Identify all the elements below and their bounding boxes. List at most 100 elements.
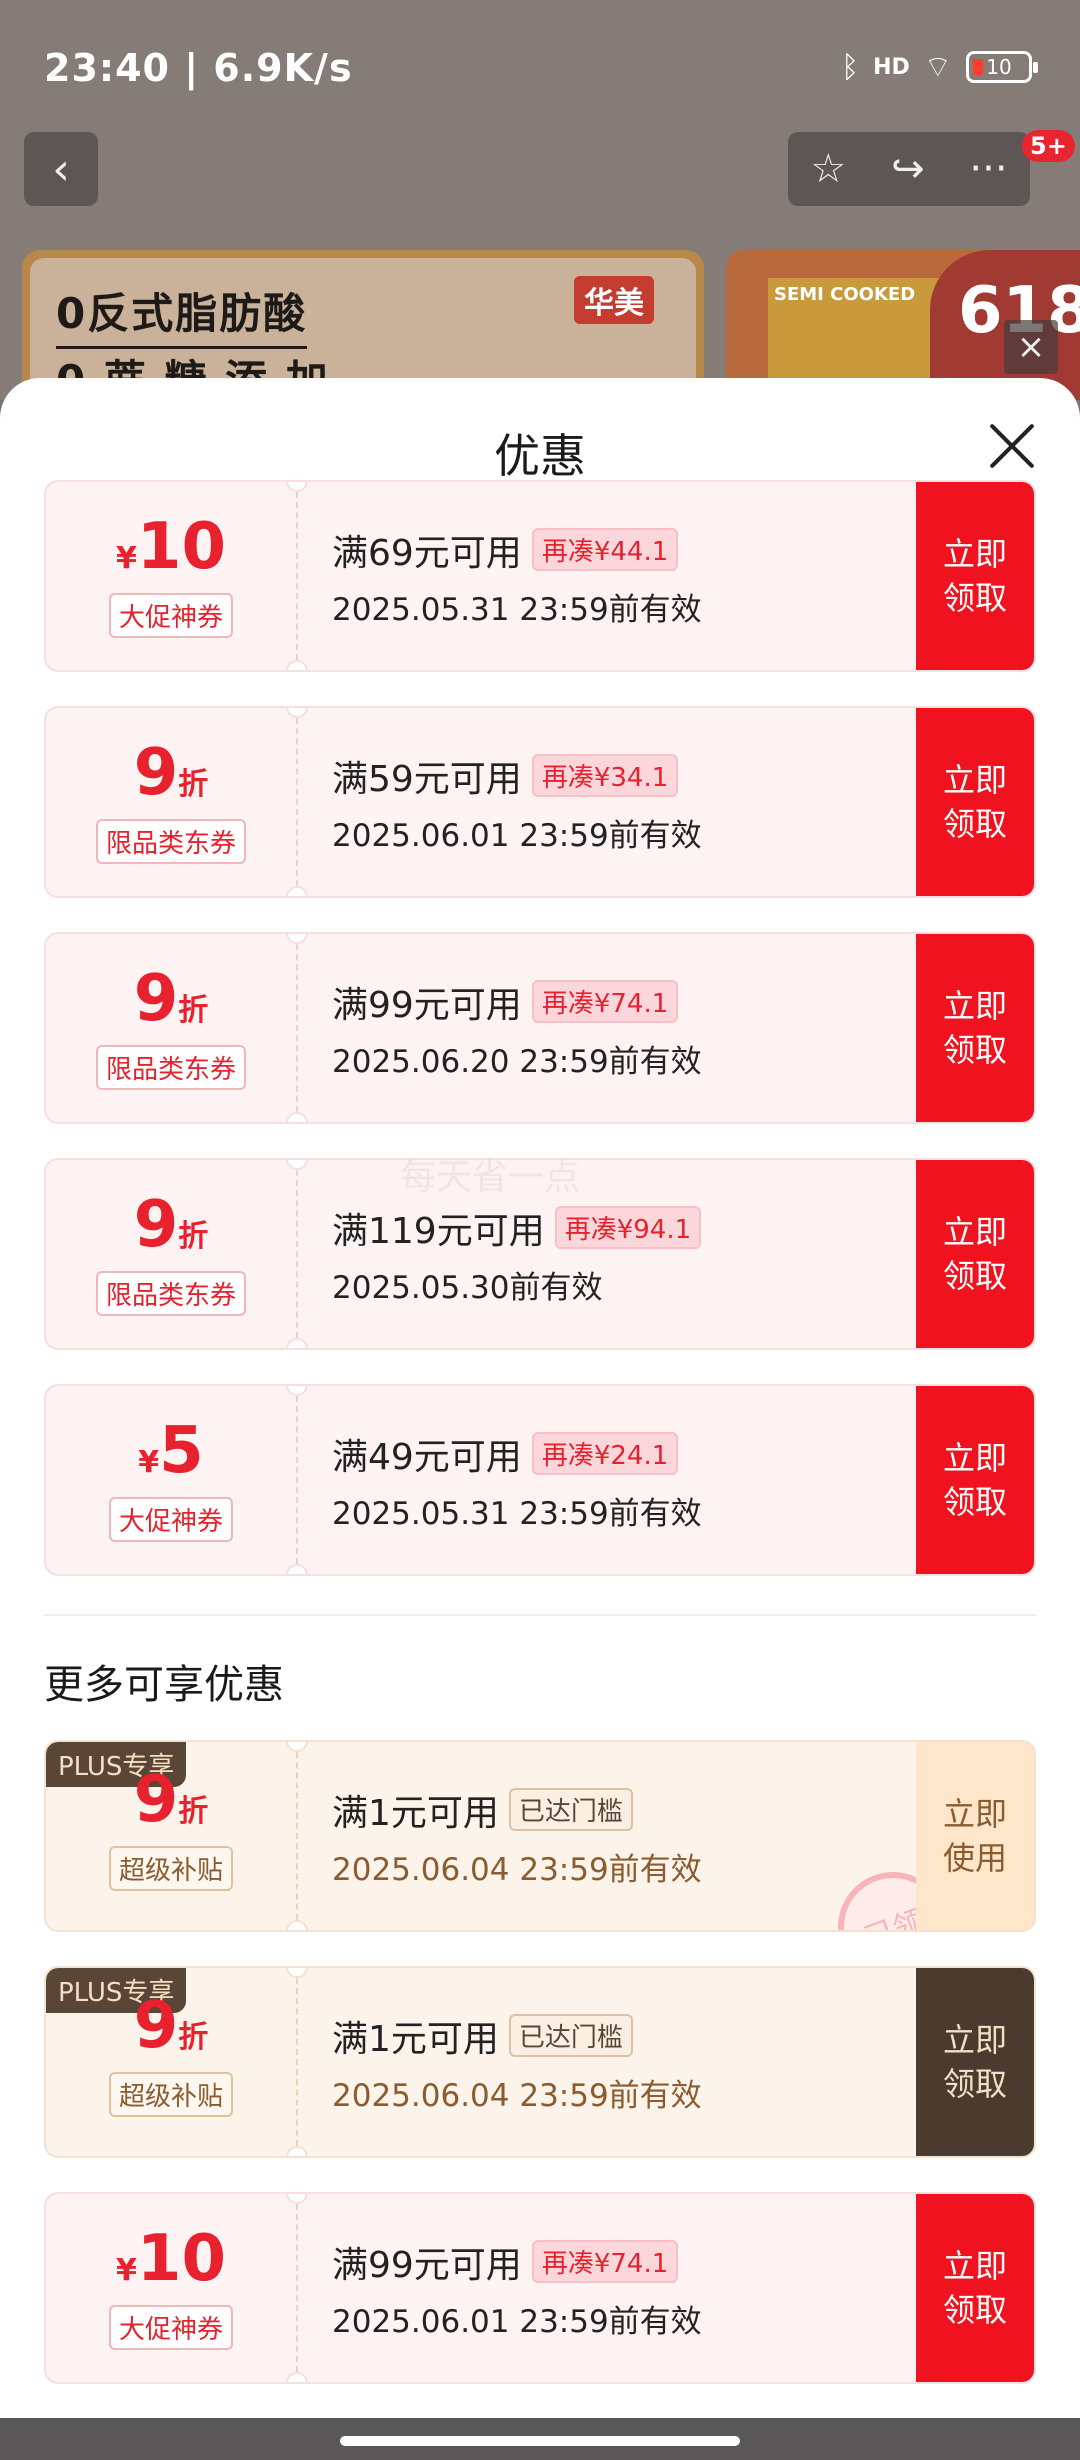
- coupon-unit: 折: [178, 766, 209, 802]
- nav-actions: ☆ ↪ ···: [788, 132, 1030, 206]
- coupon-type-badge: 超级补贴: [108, 1846, 233, 1891]
- back-arrow-icon: ‹: [52, 143, 70, 195]
- currency-symbol: ¥: [116, 2252, 137, 2288]
- coupon-details: 满99元可用 再凑¥74.1 2025.06.01 23:59前有效: [332, 2194, 702, 2382]
- coupon-details: 满1元可用 已达门槛 2025.06.04 23:59前有效: [332, 1968, 702, 2156]
- coupon-type-badge: 限品类东券: [95, 1044, 246, 1090]
- coupon-type-badge: 大促神券: [108, 1496, 233, 1542]
- coupon-details: 满59元可用 再凑¥34.1 2025.06.01 23:59前有效: [332, 708, 702, 896]
- coupon-details: 满69元可用 再凑¥44.1 2025.05.31 23:59前有效: [332, 482, 702, 670]
- favorite-star-icon[interactable]: ☆: [810, 146, 846, 192]
- coupon-unit: 折: [178, 992, 209, 1028]
- coupon-unit: 折: [178, 1794, 209, 1829]
- coupon-value-area: 9折 超级补贴: [46, 1968, 296, 2156]
- coupon-type-badge: 超级补贴: [108, 2072, 233, 2117]
- coupon-unit: 折: [178, 2020, 209, 2055]
- more-icon[interactable]: ···: [969, 146, 1007, 192]
- coupon-amount: ¥10: [116, 515, 226, 579]
- coupon-validity: 2025.05.31 23:59前有效: [332, 591, 702, 628]
- brand-logo: 华美: [574, 276, 654, 324]
- coupon-value-area: ¥5 大促神券: [46, 1386, 296, 1574]
- wifi-icon: ⌔: [923, 50, 952, 85]
- coupon-type-badge: 限品类东券: [95, 818, 246, 864]
- coupon-value-area: 9折 限品类东券: [46, 934, 296, 1122]
- plus-coupon-card: PLUS专享 9折 超级补贴 满1元可用 已达门槛 2025.06.04 23:5…: [44, 1740, 1036, 1932]
- coupon-value: 5: [159, 1413, 204, 1488]
- threshold-reached-tag: 已达门槛: [508, 1788, 633, 1831]
- plus-coupon-card: PLUS专享 9折 超级补贴 满1元可用 已达门槛 2025.06.04 23:5…: [44, 1966, 1036, 2158]
- coupon-value: 9: [133, 735, 179, 810]
- status-bar: 23:40 | 6.9K/s ᛒ HD ⌔ 10: [0, 0, 1080, 140]
- battery-level: 10: [986, 55, 1012, 79]
- more-offers-title: 更多可享优惠: [44, 1662, 284, 1708]
- coupon-value-area: ¥10 大促神券: [46, 2194, 296, 2382]
- status-time: 23:40 | 6.9K/s: [44, 46, 353, 90]
- coupon-amount: 9折: [134, 967, 209, 1031]
- coupon-unit: 折: [178, 1218, 209, 1254]
- claim-button[interactable]: 立即领取: [916, 482, 1034, 670]
- coupon-value: 9: [133, 1763, 179, 1837]
- claim-button[interactable]: 立即领取: [916, 934, 1034, 1122]
- coupon-validity: 2025.06.04 23:59前有效: [332, 2077, 702, 2114]
- coupon-value-area: 9折 限品类东券: [46, 708, 296, 896]
- coupon-validity: 2025.06.01 23:59前有效: [332, 2303, 702, 2340]
- banner-close-button[interactable]: ×: [1004, 320, 1058, 374]
- coupon-condition: 满99元可用: [332, 984, 522, 1026]
- coupon-details: 满99元可用 再凑¥74.1 2025.06.20 23:59前有效: [332, 934, 702, 1122]
- coupon-condition: 满119元可用: [332, 1210, 545, 1252]
- coupon-amount: 9折: [134, 1768, 209, 1832]
- watermark-text: 每天省一点: [400, 1157, 581, 1198]
- home-indicator[interactable]: [340, 2436, 740, 2446]
- coupon-card: ¥10 大促神券 满99元可用 再凑¥74.1 2025.06.01 23:59前…: [44, 2192, 1036, 2384]
- status-icons: ᛒ HD ⌔ 10: [841, 48, 1038, 86]
- coupon-condition: 满69元可用: [332, 532, 522, 574]
- promo-line-1: 0反式脂肪酸: [56, 282, 308, 349]
- coupon-amount: 9折: [134, 741, 209, 805]
- threshold-reached-tag: 已达门槛: [508, 2014, 633, 2057]
- coupon-value-area: ¥10 大促神券: [46, 482, 296, 670]
- close-icon[interactable]: [988, 422, 1036, 470]
- coupon-type-badge: 大促神券: [108, 2304, 233, 2350]
- coupon-details: 满49元可用 再凑¥24.1 2025.05.31 23:59前有效: [332, 1386, 702, 1574]
- currency-symbol: ¥: [116, 540, 137, 576]
- coupon-type-badge: 限品类东券: [95, 1270, 246, 1316]
- back-button[interactable]: ‹: [24, 132, 98, 206]
- coupon-condition: 满1元可用: [332, 2018, 499, 2060]
- battery-icon: 10: [966, 51, 1038, 83]
- gap-amount-tag: 再凑¥94.1: [554, 1206, 702, 1249]
- gap-amount-tag: 再凑¥74.1: [531, 2240, 679, 2283]
- coupon-card: ¥10 大促神券 满69元可用 再凑¥44.1 2025.05.31 23:59前…: [44, 480, 1036, 672]
- coupon-details: 满1元可用 已达门槛 2025.06.04 23:59前有效: [332, 1742, 702, 1930]
- claim-button[interactable]: 立即领取: [916, 2194, 1034, 2382]
- coupon-validity: 2025.05.30前有效: [332, 1269, 603, 1306]
- coupon-amount: 9折: [134, 1994, 209, 2058]
- coupon-condition: 满59元可用: [332, 758, 522, 800]
- coupon-validity: 2025.06.20 23:59前有效: [332, 1043, 702, 1080]
- coupon-card: ¥5 大促神券 满49元可用 再凑¥24.1 2025.05.31 23:59前有…: [44, 1384, 1036, 1576]
- coupon-amount: ¥5: [138, 1419, 203, 1483]
- coupon-value-area: 9折 限品类东券: [46, 1160, 296, 1348]
- gap-amount-tag: 再凑¥74.1: [531, 980, 679, 1023]
- claim-button[interactable]: 立即领取: [916, 1160, 1034, 1348]
- coupon-card: 9折 限品类东券 满99元可用 再凑¥74.1 2025.06.20 23:59前…: [44, 932, 1036, 1124]
- coupon-validity: 2025.06.04 23:59前有效: [332, 1851, 702, 1888]
- claim-button[interactable]: 立即领取: [916, 1386, 1034, 1574]
- signal-icon: HD: [873, 54, 910, 80]
- coupon-type-badge: 大促神券: [108, 592, 233, 638]
- share-icon[interactable]: ↪: [891, 146, 925, 192]
- claim-button[interactable]: 立即领取: [916, 1968, 1034, 2156]
- claim-button[interactable]: 立即领取: [916, 708, 1034, 896]
- coupon-validity: 2025.06.01 23:59前有效: [332, 817, 702, 854]
- coupon-validity: 2025.05.31 23:59前有效: [332, 1495, 702, 1532]
- currency-symbol: ¥: [138, 1444, 160, 1480]
- coupon-amount: ¥10: [116, 2227, 226, 2291]
- use-now-button[interactable]: 立即使用: [916, 1742, 1034, 1930]
- coupon-value: 10: [136, 509, 226, 584]
- coupon-condition: 满99元可用: [332, 2244, 522, 2286]
- coupon-value: 9: [133, 1187, 179, 1262]
- notification-badge: 5+: [1022, 130, 1075, 162]
- coupon-condition: 满1元可用: [332, 1792, 499, 1834]
- coupon-condition: 满49元可用: [332, 1436, 522, 1478]
- sheet-title: 优惠: [494, 429, 586, 483]
- gap-amount-tag: 再凑¥34.1: [531, 754, 679, 797]
